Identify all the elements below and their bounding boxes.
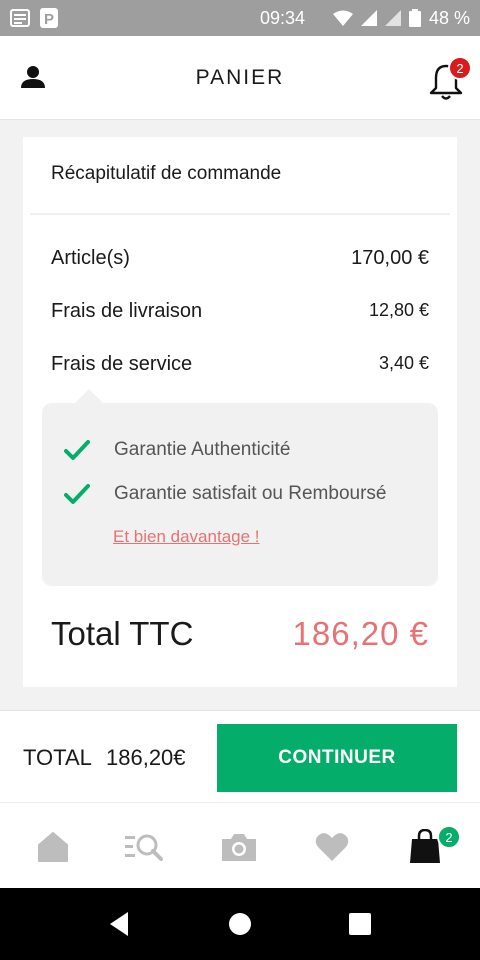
guarantee-item: Garantie Authenticité (64, 439, 290, 461)
home-button-icon[interactable] (228, 912, 252, 936)
summary-row-articles: Article(s) 170,00 € (51, 247, 429, 270)
news-icon (10, 9, 30, 27)
recents-icon[interactable] (348, 912, 372, 936)
checkout-total-value: 186,20€ (106, 745, 186, 770)
check-icon (64, 484, 90, 504)
camera-icon (222, 834, 256, 861)
app-header: PANIER 2 (0, 36, 480, 120)
battery-level: 48 % (428, 7, 470, 28)
tab-cart[interactable]: 2 (405, 825, 461, 867)
summary-row-service-fee: Frais de service 3,40 € (51, 353, 429, 376)
tab-favorites[interactable] (312, 827, 352, 867)
total-ttc-row: Total TTC 186,20 € (51, 615, 429, 653)
signal-icon (360, 10, 377, 26)
heart-icon (315, 833, 349, 861)
tab-camera[interactable] (219, 827, 259, 867)
svg-text:P: P (44, 11, 54, 28)
checkout-total-label: TOTAL (23, 745, 92, 770)
tab-search[interactable] (124, 827, 164, 867)
notification-badge: 2 (448, 56, 472, 80)
total-ttc-value: 186,20 € (292, 615, 429, 652)
row-value: 12,80 € (368, 300, 429, 320)
row-label: Article(s) (51, 247, 130, 269)
row-value: 170,00 € (351, 247, 429, 269)
search-list-icon (125, 834, 163, 861)
wifi-icon (332, 10, 353, 26)
row-value: 3,40 € (378, 353, 429, 373)
total-ttc-label: Total TTC (51, 615, 194, 652)
battery-icon (408, 9, 421, 27)
row-label: Frais de livraison (51, 300, 203, 322)
divider (30, 213, 450, 215)
notifications-button[interactable]: 2 (428, 56, 472, 100)
parking-p-icon: P (40, 8, 58, 28)
tab-home[interactable] (33, 827, 73, 867)
order-summary-card: Récapitulatif de commande Article(s) 170… (23, 137, 457, 687)
row-label: Frais de service (51, 353, 193, 375)
guarantee-text: Garantie satisfait ou Remboursé (114, 483, 387, 504)
guarantee-box: Garantie Authenticité Garantie satisfait… (42, 389, 438, 586)
checkout-bar: TOTAL 186,20€ CONTINUER (0, 710, 480, 802)
status-bar: P 09:34 48 % (0, 0, 480, 36)
guarantee-text: Garantie Authenticité (114, 439, 291, 460)
back-icon[interactable] (106, 910, 134, 938)
cart-count-badge: 2 (437, 825, 461, 849)
user-icon[interactable] (20, 64, 46, 90)
guarantee-item: Garantie satisfait ou Remboursé (64, 483, 386, 505)
bottom-tab-bar: 2 (0, 802, 480, 888)
system-navigation-bar (0, 888, 480, 960)
summary-row-shipping: Frais de livraison 12,80 € (51, 300, 429, 323)
continue-button[interactable]: CONTINUER (217, 724, 457, 792)
signal-icon (384, 10, 401, 26)
summary-title: Récapitulatif de commande (51, 163, 282, 184)
check-icon (64, 440, 90, 460)
more-benefits-link[interactable]: Et bien davantage ! (113, 527, 260, 547)
home-icon (38, 832, 68, 862)
clock: 09:34 (260, 8, 306, 28)
page-title: PANIER (195, 65, 285, 89)
